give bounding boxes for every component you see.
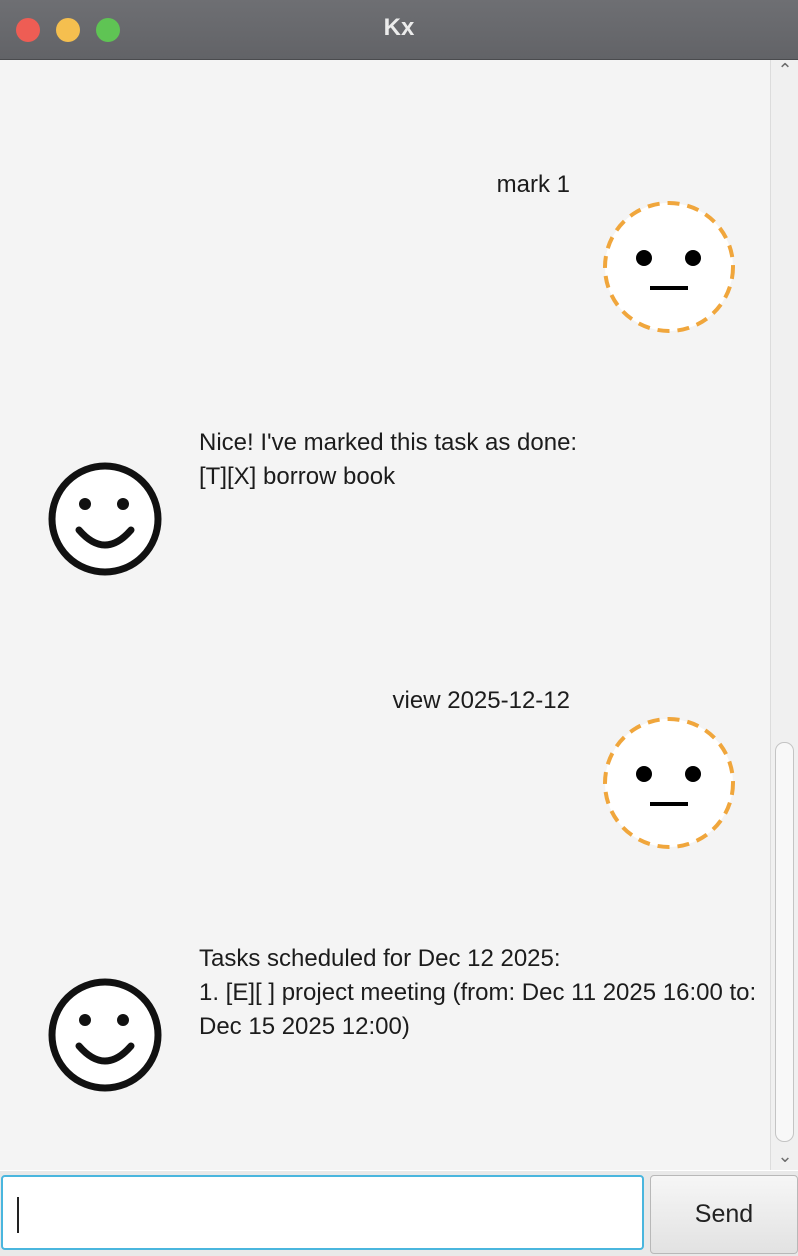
message-input[interactable] [1, 1175, 644, 1250]
smiley-face-icon [48, 978, 162, 1092]
scrollbar-thumb[interactable] [775, 742, 794, 1142]
bot-message-text: Tasks scheduled for Dec 12 2025: 1. [E][… [199, 945, 757, 1040]
user-message-text: mark 1 [496, 171, 570, 198]
scroll-down-icon[interactable]: ⌄ [771, 1146, 798, 1167]
smiley-face-icon [48, 462, 162, 576]
text-caret [17, 1197, 19, 1233]
neutral-face-icon [603, 717, 735, 849]
vertical-scrollbar[interactable]: ⌃ ⌄ [770, 60, 798, 1170]
input-bar: Send [0, 1171, 798, 1256]
window-title: Kx [383, 14, 415, 41]
title-bar: Kx [0, 0, 798, 60]
scroll-up-icon[interactable]: ⌃ [771, 60, 798, 81]
user-message-text: view 2025-12-12 [392, 687, 570, 714]
chat-area[interactable]: mark 1 Nice! I've marked this task as do… [0, 60, 770, 1170]
send-button[interactable]: Send [650, 1175, 798, 1254]
bot-message-text: Nice! I've marked this task as done: [T]… [199, 429, 578, 490]
neutral-face-icon [603, 201, 735, 333]
